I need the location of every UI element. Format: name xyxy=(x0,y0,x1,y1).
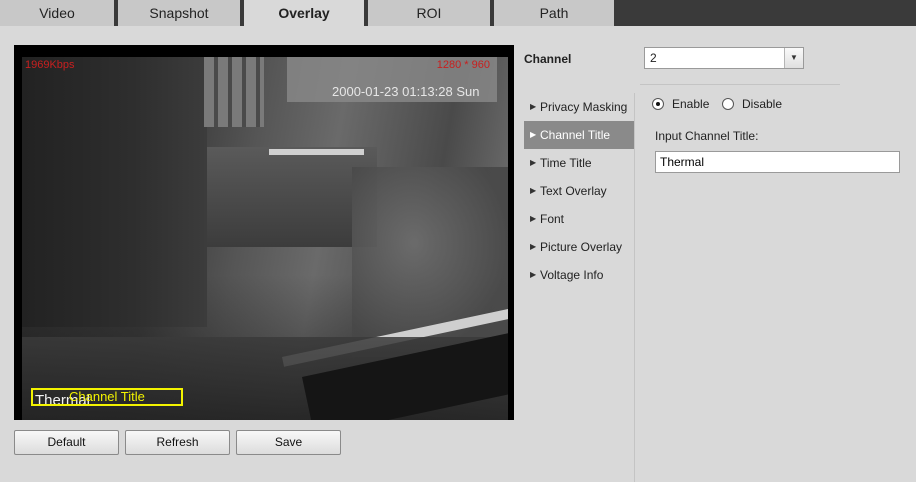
menu-item-label: Privacy Masking xyxy=(540,100,628,114)
channel-select[interactable]: 2 ▼ xyxy=(644,47,804,69)
menu-divider xyxy=(634,93,635,482)
menu-item-label: Channel Title xyxy=(540,128,611,142)
disable-radio[interactable] xyxy=(722,98,734,110)
scene-building-roofline xyxy=(269,149,364,155)
scene-building-left xyxy=(22,57,207,327)
menu-item-channel-title[interactable]: ▶ Channel Title xyxy=(524,121,634,149)
enable-radio[interactable] xyxy=(652,98,664,110)
menu-item-time-title[interactable]: ▶ Time Title xyxy=(524,149,634,177)
caret-right-icon: ▶ xyxy=(530,130,537,139)
menu-item-label: Voltage Info xyxy=(540,268,604,282)
menu-item-label: Picture Overlay xyxy=(540,240,623,254)
menu-item-picture-overlay[interactable]: ▶ Picture Overlay xyxy=(524,233,634,261)
default-button[interactable]: Default xyxy=(14,430,119,455)
divider xyxy=(640,84,840,85)
enable-label: Enable xyxy=(672,97,710,111)
caret-right-icon: ▶ xyxy=(530,102,537,111)
resolution-readout: 1280 * 960 xyxy=(436,59,490,71)
bitrate-readout: 1969Kbps xyxy=(25,59,75,71)
tab-snapshot[interactable]: Snapshot xyxy=(118,0,240,26)
caret-right-icon: ▶ xyxy=(530,158,537,167)
thermal-scene: 1969Kbps 1280 * 960 2000-01-23 01:13:28 … xyxy=(22,57,508,420)
menu-item-label: Text Overlay xyxy=(540,184,607,198)
menu-item-text-overlay[interactable]: ▶ Text Overlay xyxy=(524,177,634,205)
time-title-overlay[interactable]: 2000-01-23 01:13:28 Sun xyxy=(332,84,479,99)
channel-select-value: 2 xyxy=(650,51,657,65)
overlay-menu: ▶ Privacy Masking ▶ Channel Title ▶ Time… xyxy=(524,93,634,289)
channel-label: Channel xyxy=(524,52,572,66)
menu-item-privacy-masking[interactable]: ▶ Privacy Masking xyxy=(524,93,634,121)
caret-right-icon: ▶ xyxy=(530,186,537,195)
tab-overlay[interactable]: Overlay xyxy=(244,0,364,26)
channel-title-input-label: Input Channel Title: xyxy=(655,129,759,143)
tab-bar: Video Snapshot Overlay ROI Path xyxy=(0,0,916,26)
caret-right-icon: ▶ xyxy=(530,214,537,223)
channel-title-box-label: Channel Title xyxy=(69,389,145,404)
disable-label: Disable xyxy=(742,97,783,111)
scene-building-top xyxy=(204,57,264,127)
tab-roi[interactable]: ROI xyxy=(368,0,490,26)
menu-item-font[interactable]: ▶ Font xyxy=(524,205,634,233)
chevron-down-icon[interactable]: ▼ xyxy=(784,48,803,68)
caret-right-icon: ▶ xyxy=(530,242,537,251)
video-preview[interactable]: 1969Kbps 1280 * 960 2000-01-23 01:13:28 … xyxy=(14,45,514,420)
tab-video[interactable]: Video xyxy=(0,0,114,26)
menu-item-label: Font xyxy=(540,212,565,226)
menu-item-label: Time Title xyxy=(540,156,592,170)
tab-path[interactable]: Path xyxy=(494,0,614,26)
caret-right-icon: ▶ xyxy=(530,270,537,279)
save-button[interactable]: Save xyxy=(236,430,341,455)
channel-title-input[interactable] xyxy=(655,151,900,173)
menu-item-voltage-info[interactable]: ▶ Voltage Info xyxy=(524,261,634,289)
refresh-button[interactable]: Refresh xyxy=(125,430,230,455)
